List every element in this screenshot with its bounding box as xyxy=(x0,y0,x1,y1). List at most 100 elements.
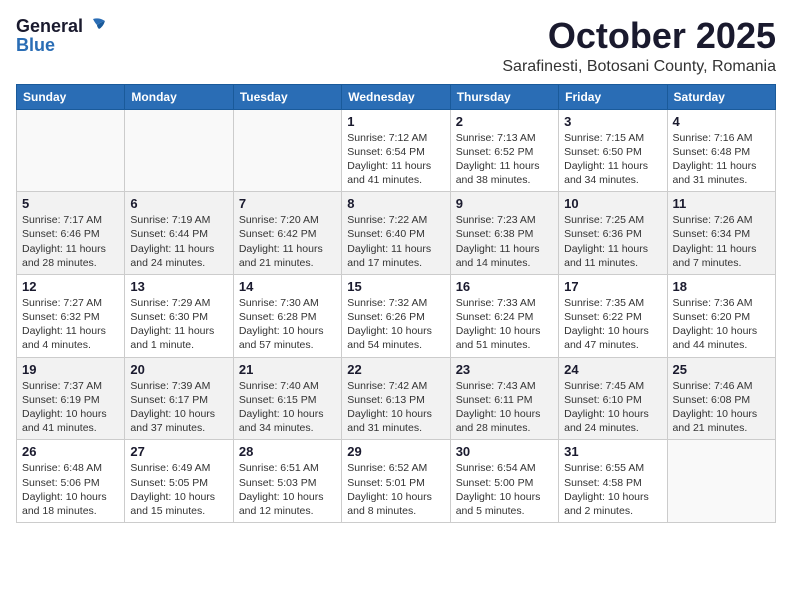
calendar-week-row: 5 Sunrise: 7:17 AM Sunset: 6:46 PM Daylig… xyxy=(17,192,776,275)
table-row: 21 Sunrise: 7:40 AM Sunset: 6:15 PM Dayli… xyxy=(233,357,341,440)
day-info: Sunrise: 6:54 AM Sunset: 5:00 PM Dayligh… xyxy=(456,461,553,518)
day-number: 22 xyxy=(347,362,444,377)
day-number: 30 xyxy=(456,444,553,459)
day-info: Sunrise: 7:23 AM Sunset: 6:38 PM Dayligh… xyxy=(456,213,553,270)
title-block: October 2025 Sarafinesti, Botosani Count… xyxy=(502,16,776,76)
day-number: 3 xyxy=(564,114,661,129)
table-row: 16 Sunrise: 7:33 AM Sunset: 6:24 PM Dayli… xyxy=(450,274,558,357)
month-title: October 2025 xyxy=(502,16,776,56)
table-row: 30 Sunrise: 6:54 AM Sunset: 5:00 PM Dayli… xyxy=(450,440,558,523)
day-number: 11 xyxy=(673,196,770,211)
page-header: General Blue October 2025 Sarafinesti, B… xyxy=(16,16,776,76)
day-info: Sunrise: 6:51 AM Sunset: 5:03 PM Dayligh… xyxy=(239,461,336,518)
col-tuesday: Tuesday xyxy=(233,84,341,109)
table-row: 2Sunrise: 7:13 AM Sunset: 6:52 PM Daylig… xyxy=(450,109,558,192)
table-row: 14Sunrise: 7:30 AM Sunset: 6:28 PM Dayli… xyxy=(233,274,341,357)
table-row: 3 Sunrise: 7:15 AM Sunset: 6:50 PM Daylig… xyxy=(559,109,667,192)
day-info: Sunrise: 6:55 AM Sunset: 4:58 PM Dayligh… xyxy=(564,461,661,518)
table-row: 11 Sunrise: 7:26 AM Sunset: 6:34 PM Dayli… xyxy=(667,192,775,275)
calendar-week-row: 12Sunrise: 7:27 AM Sunset: 6:32 PM Dayli… xyxy=(17,274,776,357)
day-info: Sunrise: 7:15 AM Sunset: 6:50 PM Dayligh… xyxy=(564,131,661,188)
day-info: Sunrise: 7:37 AM Sunset: 6:19 PM Dayligh… xyxy=(22,379,119,436)
logo: General Blue xyxy=(16,16,107,56)
day-info: Sunrise: 7:19 AM Sunset: 6:44 PM Dayligh… xyxy=(130,213,227,270)
day-number: 15 xyxy=(347,279,444,294)
location-title: Sarafinesti, Botosani County, Romania xyxy=(502,58,776,76)
table-row: 28Sunrise: 6:51 AM Sunset: 5:03 PM Dayli… xyxy=(233,440,341,523)
table-row: 4 Sunrise: 7:16 AM Sunset: 6:48 PM Daylig… xyxy=(667,109,775,192)
table-row: 12Sunrise: 7:27 AM Sunset: 6:32 PM Dayli… xyxy=(17,274,125,357)
day-number: 2 xyxy=(456,114,553,129)
day-info: Sunrise: 7:40 AM Sunset: 6:15 PM Dayligh… xyxy=(239,379,336,436)
table-row: 27Sunrise: 6:49 AM Sunset: 5:05 PM Dayli… xyxy=(125,440,233,523)
table-row: 1Sunrise: 7:12 AM Sunset: 6:54 PM Daylig… xyxy=(342,109,450,192)
day-number: 19 xyxy=(22,362,119,377)
day-number: 20 xyxy=(130,362,227,377)
col-thursday: Thursday xyxy=(450,84,558,109)
col-monday: Monday xyxy=(125,84,233,109)
table-row: 5 Sunrise: 7:17 AM Sunset: 6:46 PM Daylig… xyxy=(17,192,125,275)
day-number: 16 xyxy=(456,279,553,294)
table-row: 7 Sunrise: 7:20 AM Sunset: 6:42 PM Daylig… xyxy=(233,192,341,275)
table-row: 8Sunrise: 7:22 AM Sunset: 6:40 PM Daylig… xyxy=(342,192,450,275)
day-number: 26 xyxy=(22,444,119,459)
day-number: 24 xyxy=(564,362,661,377)
table-row xyxy=(125,109,233,192)
day-info: Sunrise: 7:43 AM Sunset: 6:11 PM Dayligh… xyxy=(456,379,553,436)
table-row: 22 Sunrise: 7:42 AM Sunset: 6:13 PM Dayli… xyxy=(342,357,450,440)
table-row xyxy=(17,109,125,192)
table-row: 31 Sunrise: 6:55 AM Sunset: 4:58 PM Dayli… xyxy=(559,440,667,523)
table-row: 25Sunrise: 7:46 AM Sunset: 6:08 PM Dayli… xyxy=(667,357,775,440)
day-info: Sunrise: 7:20 AM Sunset: 6:42 PM Dayligh… xyxy=(239,213,336,270)
col-saturday: Saturday xyxy=(667,84,775,109)
day-info: Sunrise: 7:32 AM Sunset: 6:26 PM Dayligh… xyxy=(347,296,444,353)
calendar-table: Sunday Monday Tuesday Wednesday Thursday… xyxy=(16,84,776,523)
day-number: 14 xyxy=(239,279,336,294)
table-row: 9 Sunrise: 7:23 AM Sunset: 6:38 PM Daylig… xyxy=(450,192,558,275)
table-row xyxy=(233,109,341,192)
calendar-week-row: 19 Sunrise: 7:37 AM Sunset: 6:19 PM Dayli… xyxy=(17,357,776,440)
table-row: 24 Sunrise: 7:45 AM Sunset: 6:10 PM Dayli… xyxy=(559,357,667,440)
table-row: 6Sunrise: 7:19 AM Sunset: 6:44 PM Daylig… xyxy=(125,192,233,275)
day-info: Sunrise: 6:48 AM Sunset: 5:06 PM Dayligh… xyxy=(22,461,119,518)
logo-bird-icon xyxy=(85,17,107,35)
day-info: Sunrise: 7:46 AM Sunset: 6:08 PM Dayligh… xyxy=(673,379,770,436)
day-info: Sunrise: 7:42 AM Sunset: 6:13 PM Dayligh… xyxy=(347,379,444,436)
day-number: 23 xyxy=(456,362,553,377)
calendar-header-row: Sunday Monday Tuesday Wednesday Thursday… xyxy=(17,84,776,109)
day-number: 1 xyxy=(347,114,444,129)
calendar-week-row: 26 Sunrise: 6:48 AM Sunset: 5:06 PM Dayli… xyxy=(17,440,776,523)
day-info: Sunrise: 7:45 AM Sunset: 6:10 PM Dayligh… xyxy=(564,379,661,436)
day-number: 5 xyxy=(22,196,119,211)
table-row: 13Sunrise: 7:29 AM Sunset: 6:30 PM Dayli… xyxy=(125,274,233,357)
day-info: Sunrise: 7:27 AM Sunset: 6:32 PM Dayligh… xyxy=(22,296,119,353)
day-number: 9 xyxy=(456,196,553,211)
day-number: 7 xyxy=(239,196,336,211)
day-info: Sunrise: 7:16 AM Sunset: 6:48 PM Dayligh… xyxy=(673,131,770,188)
day-info: Sunrise: 7:17 AM Sunset: 6:46 PM Dayligh… xyxy=(22,213,119,270)
col-wednesday: Wednesday xyxy=(342,84,450,109)
day-info: Sunrise: 7:26 AM Sunset: 6:34 PM Dayligh… xyxy=(673,213,770,270)
table-row: 10 Sunrise: 7:25 AM Sunset: 6:36 PM Dayli… xyxy=(559,192,667,275)
table-row: 20Sunrise: 7:39 AM Sunset: 6:17 PM Dayli… xyxy=(125,357,233,440)
day-info: Sunrise: 7:33 AM Sunset: 6:24 PM Dayligh… xyxy=(456,296,553,353)
day-info: Sunrise: 7:36 AM Sunset: 6:20 PM Dayligh… xyxy=(673,296,770,353)
calendar-week-row: 1Sunrise: 7:12 AM Sunset: 6:54 PM Daylig… xyxy=(17,109,776,192)
day-number: 31 xyxy=(564,444,661,459)
day-number: 4 xyxy=(673,114,770,129)
col-friday: Friday xyxy=(559,84,667,109)
day-number: 21 xyxy=(239,362,336,377)
col-sunday: Sunday xyxy=(17,84,125,109)
logo-blue-text: Blue xyxy=(16,35,55,56)
day-number: 8 xyxy=(347,196,444,211)
day-number: 10 xyxy=(564,196,661,211)
day-number: 17 xyxy=(564,279,661,294)
table-row: 18 Sunrise: 7:36 AM Sunset: 6:20 PM Dayli… xyxy=(667,274,775,357)
table-row xyxy=(667,440,775,523)
day-number: 18 xyxy=(673,279,770,294)
day-info: Sunrise: 6:52 AM Sunset: 5:01 PM Dayligh… xyxy=(347,461,444,518)
table-row: 29Sunrise: 6:52 AM Sunset: 5:01 PM Dayli… xyxy=(342,440,450,523)
table-row: 17 Sunrise: 7:35 AM Sunset: 6:22 PM Dayli… xyxy=(559,274,667,357)
day-info: Sunrise: 7:25 AM Sunset: 6:36 PM Dayligh… xyxy=(564,213,661,270)
day-info: Sunrise: 7:35 AM Sunset: 6:22 PM Dayligh… xyxy=(564,296,661,353)
